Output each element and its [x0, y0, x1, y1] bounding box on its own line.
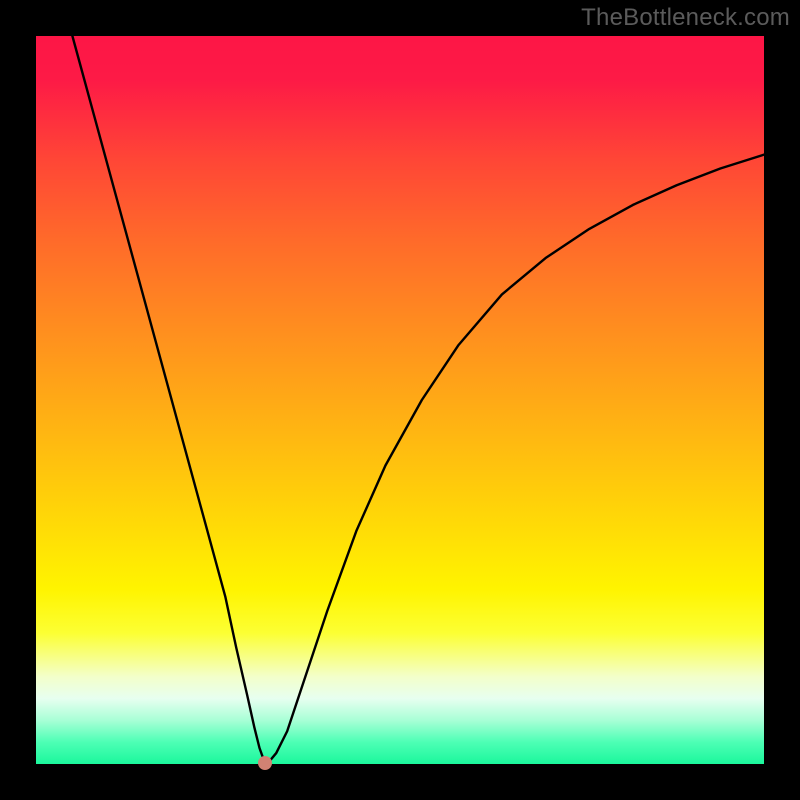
minimum-marker: [258, 756, 272, 770]
bottleneck-curve: [36, 36, 764, 764]
plot-area: [36, 36, 764, 764]
chart-frame: TheBottleneck.com: [0, 0, 800, 800]
watermark-text: TheBottleneck.com: [581, 4, 790, 32]
